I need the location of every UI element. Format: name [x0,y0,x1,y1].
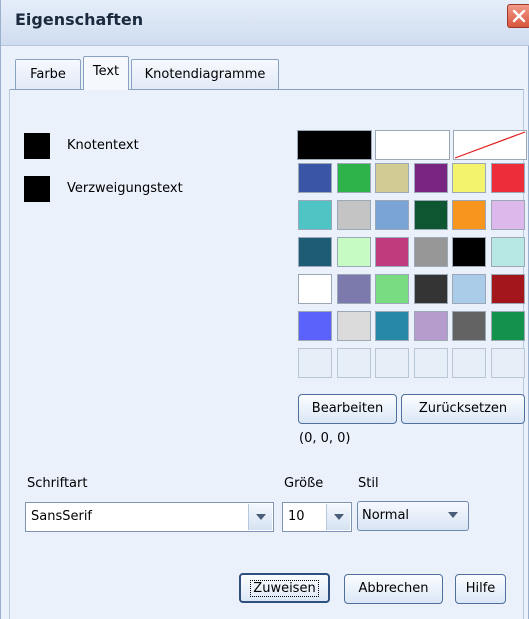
close-icon [512,9,526,23]
close-button[interactable] [507,4,529,28]
palette-color-swatch[interactable] [336,163,371,193]
dialog-title: Eigenschaften [15,10,144,29]
palette-custom-slot[interactable] [336,348,371,378]
palette-color-swatch[interactable] [375,163,409,193]
palette-color-swatch[interactable] [298,237,332,267]
palette-color-swatch[interactable] [413,274,448,304]
rgb-readout: (0, 0, 0) [299,431,351,446]
tab-text[interactable]: Text [83,56,129,90]
verzweigungstext-label: Verzweigungstext [67,181,183,196]
palette-custom-slot[interactable] [375,348,409,378]
palette-color-swatch[interactable] [490,163,525,193]
panel-border-left [9,89,10,619]
palette-color-swatch[interactable] [452,163,486,193]
palette-color-swatch[interactable] [413,200,448,230]
palette-custom-slot[interactable] [413,348,448,378]
properties-dialog: Eigenschaften Farbe Text Knotendiagramme… [0,0,529,619]
no-color-slash-icon [454,131,526,159]
chevron-down-icon [333,514,344,520]
palette-no-color[interactable] [453,130,527,160]
palette-custom-slot[interactable] [490,348,525,378]
palette-color-swatch[interactable] [298,200,332,230]
knotentext-label: Knotentext [67,138,139,153]
palette-custom-slot[interactable] [298,348,332,378]
palette-color-swatch[interactable] [490,274,525,304]
font-style-label: Stil [358,476,379,491]
font-size-combo[interactable]: 10 [282,502,352,532]
reset-button[interactable]: Zurücksetzen [401,394,525,424]
palette-color-swatch[interactable] [336,200,371,230]
knotentext-color-swatch[interactable] [24,133,50,159]
apply-button[interactable]: Zuweisen [239,573,330,603]
chevron-down-icon [255,514,266,520]
palette-color-swatch[interactable] [413,163,448,193]
font-size-label: Größe [284,476,324,491]
palette-color-swatch[interactable] [452,237,486,267]
palette-color-swatch[interactable] [298,274,332,304]
palette-color-swatch[interactable] [413,237,448,267]
tab-farbe[interactable]: Farbe [15,59,81,89]
font-family-combo[interactable]: SansSerif [25,502,274,532]
font-size-value: 10 [288,509,305,524]
palette-color-swatch[interactable] [490,200,525,230]
cancel-button[interactable]: Abbrechen [344,574,443,604]
font-size-dropdown-button[interactable] [326,504,350,530]
palette-color-swatch[interactable] [375,237,409,267]
palette-color-swatch[interactable] [298,163,332,193]
palette-custom-slot[interactable] [452,348,486,378]
palette-color-swatch[interactable] [336,274,371,304]
palette-color-swatch[interactable] [452,311,486,341]
edit-button[interactable]: Bearbeiten [298,394,397,424]
palette-color-swatch[interactable] [375,200,409,230]
verzweigungstext-color-swatch[interactable] [24,176,50,202]
palette-color-swatch[interactable] [490,311,525,341]
font-family-value: SansSerif [31,509,93,524]
title-bar: Eigenschaften [1,0,529,46]
help-button[interactable]: Hilfe [455,574,506,604]
font-style-value: Normal [362,508,410,523]
palette-color-swatch[interactable] [298,311,332,341]
palette-color-swatch[interactable] [452,200,486,230]
chevron-down-icon [448,512,458,518]
font-style-select[interactable]: Normal [357,501,469,531]
palette-white[interactable] [375,130,450,160]
font-family-label: Schriftart [27,476,88,491]
font-family-dropdown-button[interactable] [248,504,272,530]
palette-color-swatch[interactable] [375,311,409,341]
tab-knotendiagramme[interactable]: Knotendiagramme [131,59,279,89]
apply-button-label: Zuweisen [250,580,319,597]
palette-color-swatch[interactable] [490,237,525,267]
palette-color-swatch[interactable] [336,237,371,267]
palette-color-swatch[interactable] [413,311,448,341]
palette-color-swatch[interactable] [375,274,409,304]
palette-black[interactable] [297,130,372,160]
palette-color-swatch[interactable] [452,274,486,304]
palette-color-swatch[interactable] [336,311,371,341]
